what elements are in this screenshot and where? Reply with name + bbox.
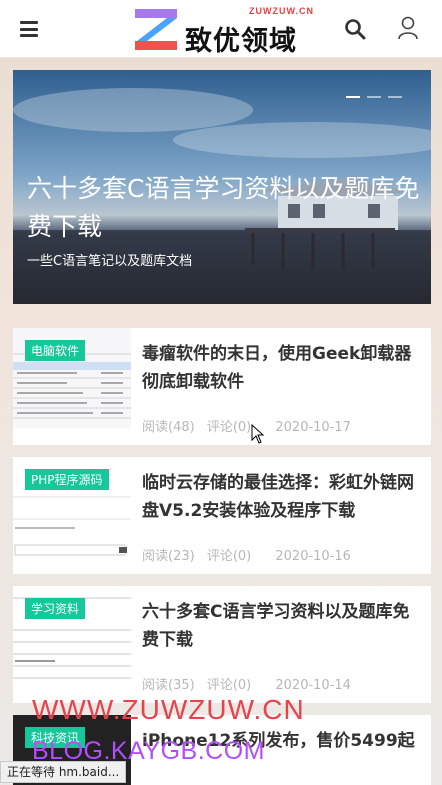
comment-count[interactable]: 评论(0): [207, 420, 251, 435]
article-card[interactable]: 学习资料 六十多套C语言学习资料以及题库免费下载 阅读(35) 评论(0) 20…: [13, 586, 431, 703]
article-title[interactable]: 毒瘤软件的末日，使用Geek卸载器彻底卸载软件: [142, 340, 422, 396]
article-title[interactable]: 六十多套C语言学习资料以及题库免费下载: [142, 598, 422, 654]
post-date: 2020-10-14: [275, 678, 351, 693]
search-icon[interactable]: [344, 18, 366, 40]
article-card[interactable]: 电脑软件 毒瘤软件的末日，使用Geek卸载器彻底卸载软件 阅读(48) 评论(0…: [13, 328, 431, 445]
site-header: ZUWZUW.CN 致优领域: [0, 0, 442, 58]
post-date: 2020-10-17: [275, 420, 351, 435]
read-count: 阅读(48): [142, 420, 195, 435]
article-card[interactable]: PHP程序源码 临时云存储的最佳选择：彩虹外链网盘V5.2安装体验及程序下载 阅…: [13, 457, 431, 574]
comment-count[interactable]: 评论(0): [207, 549, 251, 564]
carousel-dot-3[interactable]: [388, 96, 402, 98]
article-meta: 阅读(35) 评论(0) 2020-10-14: [142, 674, 359, 693]
read-count: 阅读(23): [142, 549, 195, 564]
browser-status-bar: 正在等待 hm.baid...: [0, 761, 127, 783]
article-title[interactable]: 临时云存储的最佳选择：彩虹外链网盘V5.2安装体验及程序下载: [142, 469, 422, 525]
read-count: 阅读(35): [142, 678, 195, 693]
mouse-cursor-icon: [251, 424, 265, 444]
watermark-text: WWW.ZUWZUW.CN: [32, 694, 305, 725]
article-thumbnail[interactable]: 电脑软件: [13, 328, 131, 428]
site-logo[interactable]: ZUWZUW.CN 致优领域: [133, 5, 314, 57]
category-tag[interactable]: 电脑软件: [25, 340, 86, 361]
category-tag[interactable]: 学习资料: [25, 598, 86, 619]
banner-subtitle: 一些C语言笔记以及题库文档: [27, 254, 193, 269]
banner-title[interactable]: 六十多套C语言学习资料以及题库免费下载: [27, 170, 427, 246]
carousel-dot-2[interactable]: [367, 96, 381, 98]
post-date: 2020-10-16: [275, 549, 351, 564]
logo-text: 致优领域: [185, 26, 297, 57]
category-tag[interactable]: PHP程序源码: [25, 469, 109, 490]
logo-domain: ZUWZUW.CN: [249, 6, 314, 16]
user-icon[interactable]: [397, 16, 419, 40]
article-thumbnail[interactable]: 学习资料: [13, 586, 131, 686]
carousel-dot-1[interactable]: [346, 96, 360, 98]
banner-carousel[interactable]: 六十多套C语言学习资料以及题库免费下载 一些C语言笔记以及题库文档: [13, 70, 431, 304]
article-meta: 阅读(23) 评论(0) 2020-10-16: [142, 545, 359, 564]
menu-icon[interactable]: [20, 21, 38, 37]
carousel-dots: [346, 96, 416, 100]
article-thumbnail[interactable]: PHP程序源码: [13, 457, 131, 557]
logo-z-icon: [135, 9, 177, 50]
comment-count[interactable]: 评论(0): [207, 678, 251, 693]
